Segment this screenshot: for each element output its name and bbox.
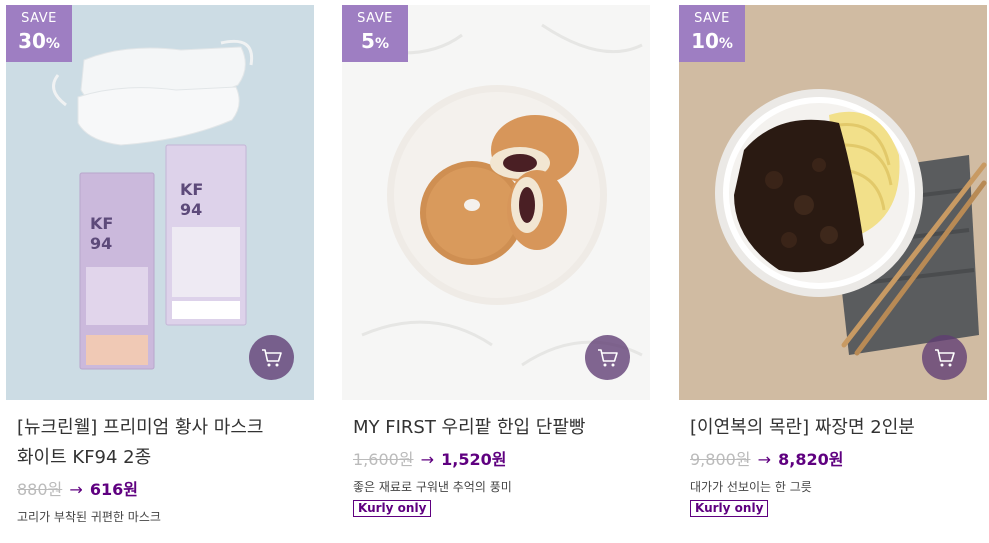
price-arrow: → [420, 450, 435, 469]
save-badge: SAVE 10% [679, 5, 745, 62]
save-percent: 5% [361, 29, 389, 53]
add-to-cart-button[interactable] [249, 335, 294, 380]
svg-text:KF: KF [180, 180, 203, 199]
kurly-only-badge: Kurly only [690, 500, 769, 517]
add-to-cart-button[interactable] [585, 335, 630, 380]
save-percent: 10% [691, 29, 733, 53]
sale-price: 1,520원 [441, 450, 507, 469]
save-label: SAVE [357, 11, 393, 26]
price-row: 880원 → 616원 [17, 479, 314, 501]
save-percent: 30% [18, 29, 60, 53]
svg-text:94: 94 [90, 234, 112, 253]
price-row: 1,600원 → 1,520원 [353, 449, 650, 471]
save-badge: SAVE 30% [6, 5, 72, 62]
cart-icon [597, 348, 618, 366]
sale-price: 616원 [89, 480, 138, 499]
svg-text:KF: KF [90, 214, 113, 233]
svg-text:94: 94 [180, 200, 202, 219]
product-name[interactable]: [이연복의 목란] 짜장면 2인분 [690, 413, 980, 443]
cart-icon [934, 348, 955, 366]
product-card[interactable]: KF 94 KF 94 SAVE 30% [뉴크린웰] 프리미엄 황사 마스크 … [6, 0, 314, 526]
kurly-only-badge: Kurly only [353, 500, 432, 517]
product-thumbnail[interactable]: KF 94 KF 94 SAVE 30% [6, 5, 314, 400]
product-description: 고리가 부착된 귀편한 마스크 [17, 510, 161, 524]
product-thumbnail[interactable]: SAVE 5% [342, 5, 650, 400]
product-description: 대가가 선보이는 한 그릇 [690, 480, 812, 494]
original-price: 1,600원 [353, 450, 414, 469]
save-badge: SAVE 5% [342, 5, 408, 62]
product-name[interactable]: MY FIRST 우리팥 한입 단팥빵 [353, 413, 643, 443]
product-name[interactable]: [뉴크린웰] 프리미엄 황사 마스크 화이트 KF94 2종 [17, 413, 307, 473]
original-price: 9,800원 [690, 450, 751, 469]
product-card[interactable]: SAVE 10% [이연복의 목란] 짜장면 2인분 9,800원 → 8,82… [679, 0, 987, 517]
price-arrow: → [757, 450, 772, 469]
save-label: SAVE [694, 11, 730, 26]
price-arrow: → [69, 480, 83, 499]
sale-price: 8,820원 [778, 450, 844, 469]
cart-icon [261, 348, 282, 366]
original-price: 880원 [17, 480, 63, 499]
save-label: SAVE [21, 11, 57, 26]
product-thumbnail[interactable]: SAVE 10% [679, 5, 987, 400]
product-card[interactable]: SAVE 5% MY FIRST 우리팥 한입 단팥빵 1,600원 → 1,5… [342, 0, 650, 517]
price-row: 9,800원 → 8,820원 [690, 449, 987, 471]
product-description: 좋은 재료로 구워낸 추억의 풍미 [353, 480, 512, 494]
add-to-cart-button[interactable] [922, 335, 967, 380]
